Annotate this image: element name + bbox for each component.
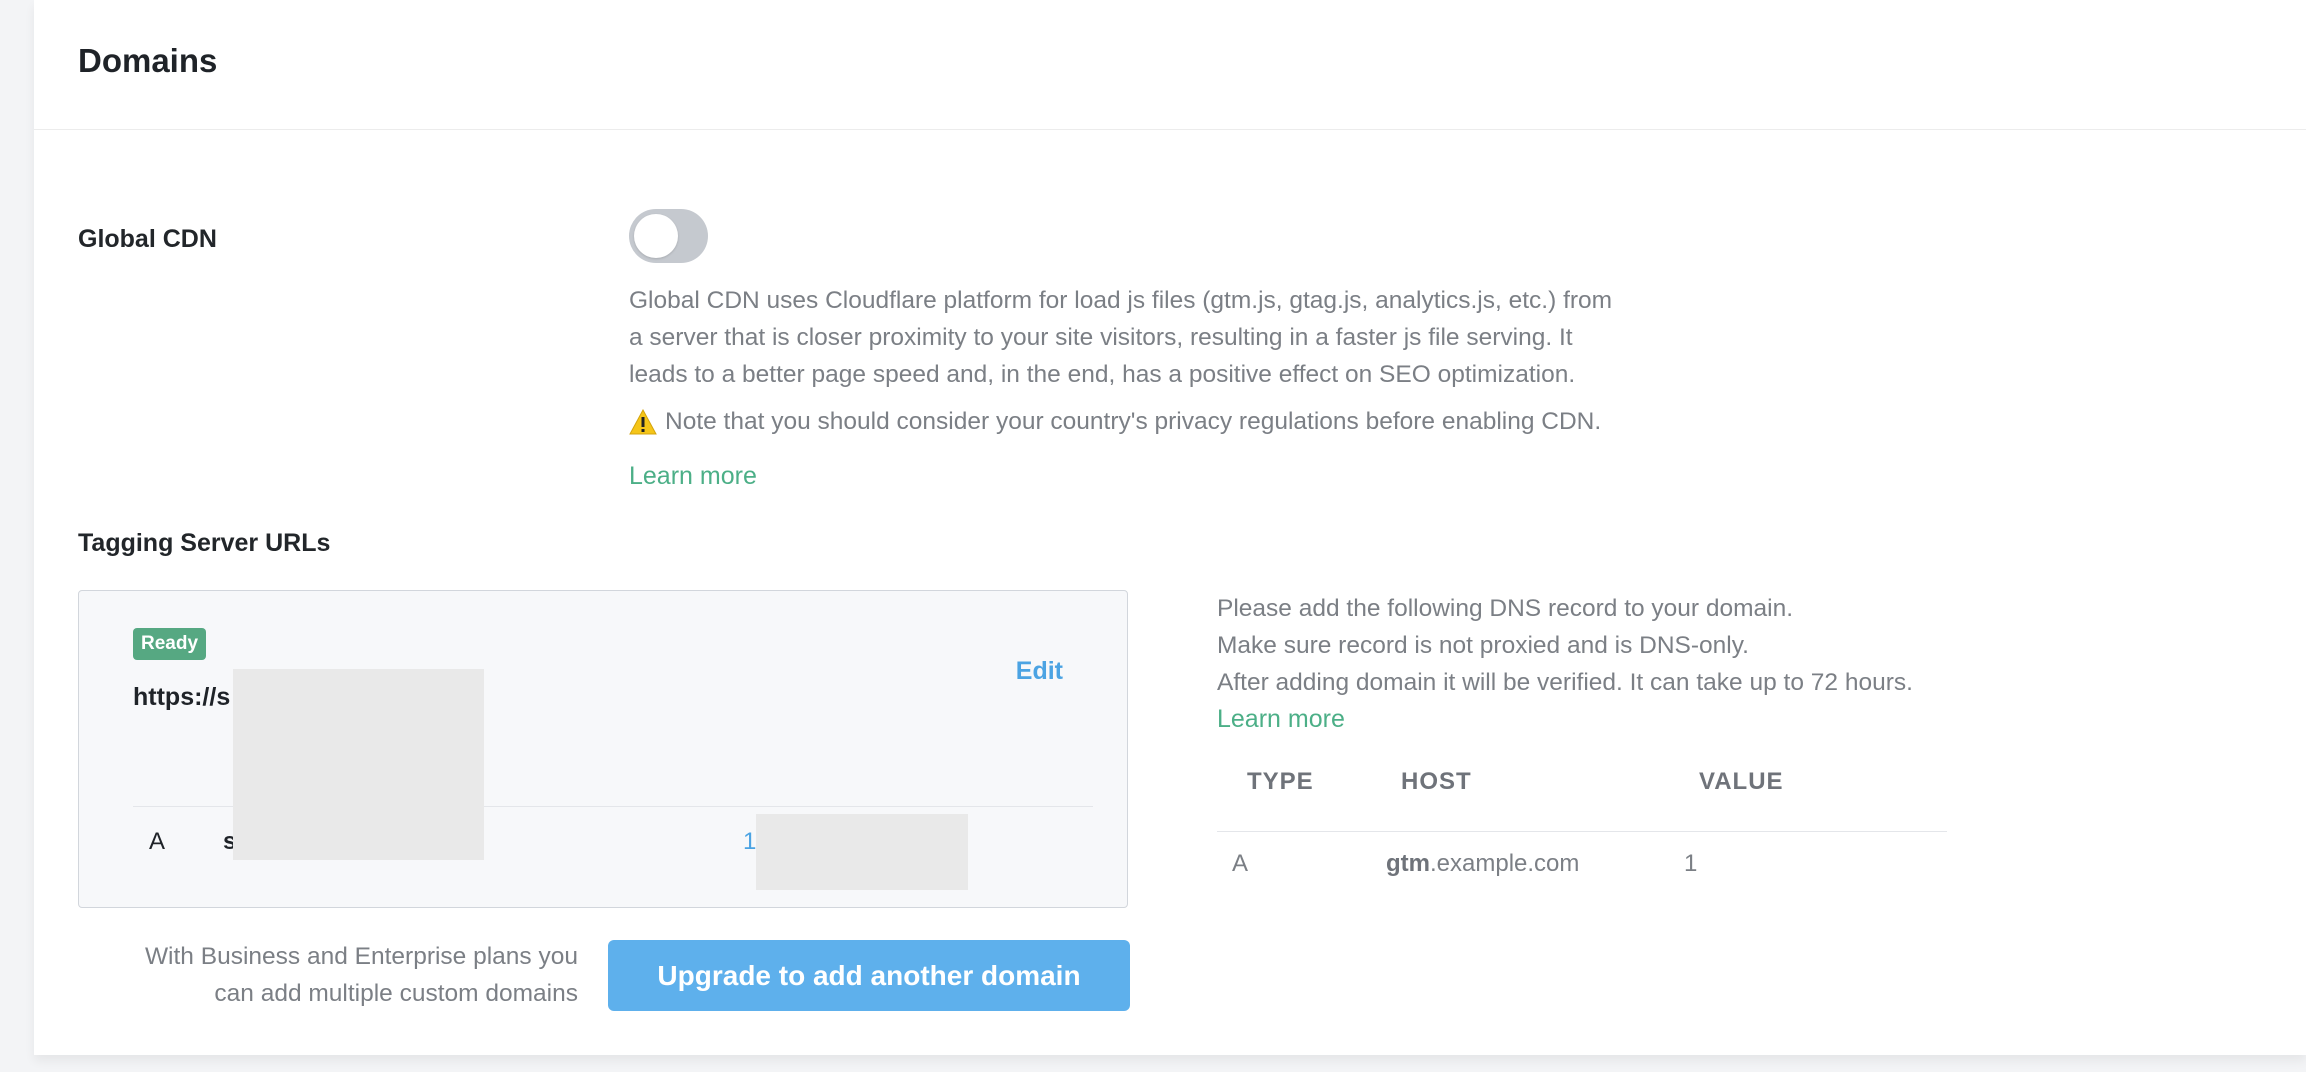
edit-button[interactable]: Edit (1016, 657, 1063, 686)
dns-info-line-2: Make sure record is not proxied and is D… (1217, 632, 1749, 659)
dns-learn-more-link[interactable]: Learn more (1217, 705, 1345, 733)
tagging-server-card: Ready https://s Edit A s 1 (78, 590, 1128, 908)
dns-instructions: Please add the following DNS record to y… (1217, 590, 1913, 738)
row-host: gtm.example.com (1386, 850, 1579, 878)
global-cdn-description: Global CDN uses Cloudflare platform for … (629, 282, 1679, 393)
header-host: HOST (1401, 768, 1472, 795)
header-type: TYPE (1247, 768, 1314, 795)
upgrade-add-domain-button[interactable]: Upgrade to add another domain (608, 940, 1130, 1011)
cdn-desc-line-3: leads to a better page speed and, in the… (629, 361, 1576, 388)
privacy-note: Note that you should consider your count… (629, 408, 1601, 436)
dns-table-row: A gtm.example.com 1 (1217, 832, 1947, 902)
status-badge: Ready (133, 628, 207, 660)
row-host-rest: .example.com (1430, 850, 1580, 877)
redacted-url-block (233, 669, 484, 860)
tagging-server-label: Tagging Server URLs (78, 529, 331, 557)
plan-note-line-1: With Business and Enterprise plans you (144, 943, 578, 970)
dns-table-header: TYPE HOST VALUE (1217, 755, 1947, 832)
cdn-desc-line-2: a server that is closer proximity to you… (629, 324, 1573, 351)
privacy-note-text: Note that you should consider your count… (665, 408, 1602, 435)
dns-record-table: TYPE HOST VALUE A gtm.example.com 1 (1217, 755, 1947, 902)
global-cdn-toggle[interactable] (629, 209, 708, 263)
redacted-value-block (756, 814, 968, 890)
dns-info-line-1: Please add the following DNS record to y… (1217, 595, 1794, 622)
toggle-knob (634, 214, 678, 258)
server-url: https://s (133, 683, 231, 711)
row-type: A (1232, 850, 1249, 877)
dns-info-line-3: After adding domain it will be verified.… (1217, 669, 1913, 696)
title-divider (34, 129, 2306, 130)
row-host-bold: gtm (1386, 850, 1430, 877)
cdn-desc-line-1: Global CDN uses Cloudflare platform for … (629, 287, 1613, 314)
card-record-type: A (149, 828, 166, 855)
global-cdn-label: Global CDN (78, 225, 217, 253)
page-title: Domains (78, 42, 218, 79)
warning-icon (629, 409, 657, 435)
global-cdn-learn-more-link[interactable]: Learn more (629, 462, 757, 491)
card-record-value: 1 (743, 828, 757, 855)
plan-note: With Business and Enterprise plans you c… (78, 938, 578, 1012)
plan-note-line-2: can add multiple custom domains (214, 980, 578, 1007)
header-value: VALUE (1699, 768, 1784, 795)
row-value: 1 (1684, 850, 1698, 877)
